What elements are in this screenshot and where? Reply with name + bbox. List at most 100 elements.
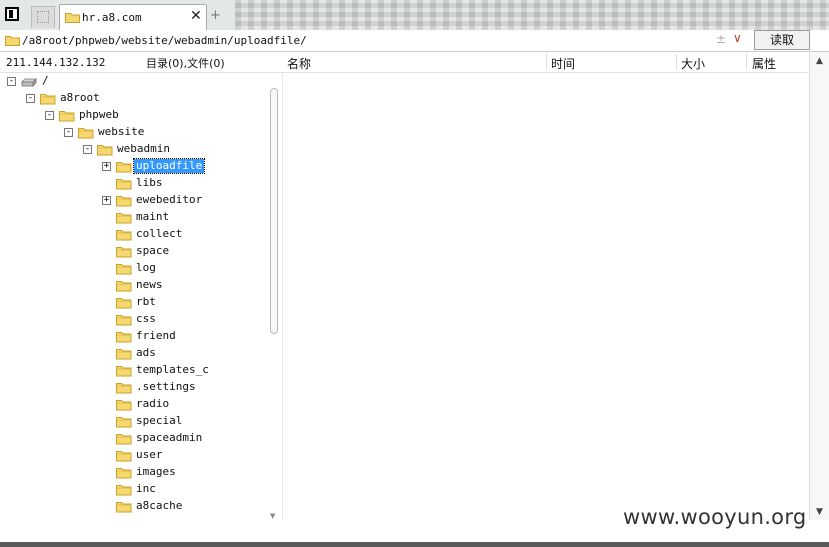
tree-node-label: uploadfile (132, 158, 206, 174)
folder-icon (116, 468, 132, 479)
tree-node-label: ads (136, 346, 156, 359)
tree-node-label: collect (136, 227, 183, 240)
folder-icon (116, 451, 132, 462)
tree-node-label: a8cache (136, 499, 183, 512)
directory-tree: - / - a8root - phpweb - website - webadmin + uplo… (0, 73, 282, 520)
tree-node[interactable]: - a8root (0, 90, 270, 106)
tree-node[interactable]: a8cache (0, 498, 270, 514)
tab-hr-a8[interactable]: hr.a8.com ✕ (59, 4, 207, 30)
tree-node-label: special (136, 414, 183, 427)
tree-node[interactable]: radio (0, 396, 270, 412)
column-time[interactable]: 时间 (551, 55, 575, 72)
column-attr[interactable]: 属性 (752, 55, 776, 72)
tree-node[interactable]: - phpweb (0, 107, 270, 123)
tree-scrollbar[interactable]: ▼ (270, 86, 279, 520)
folder-icon (116, 281, 132, 292)
tree-node[interactable]: maint (0, 209, 270, 225)
scroll-down-icon[interactable]: ▼ (270, 512, 275, 520)
tree-node[interactable]: - website (0, 124, 270, 140)
tree-node[interactable]: friend (0, 328, 270, 344)
column-name[interactable]: 名称 (287, 55, 311, 72)
tree-root-label: / (42, 74, 49, 87)
tree-node-label: spaceadmin (136, 431, 203, 444)
info-row: 211.144.132.132 目录(0),文件(0) 名称 时间 大小 属性 (0, 52, 829, 73)
tree-node-label: friend (136, 329, 176, 342)
tree-node-label: user (136, 448, 163, 461)
tree-node[interactable]: news (0, 277, 270, 293)
tree-root[interactable]: - / (0, 73, 270, 89)
collapse-toggle[interactable]: - (45, 111, 54, 120)
drive-icon (21, 78, 37, 87)
tab-bar: hr.a8.com ✕ + (0, 0, 829, 31)
folder-icon (116, 230, 132, 241)
tree-node[interactable]: - webadmin (0, 141, 270, 157)
column-divider[interactable] (676, 54, 677, 70)
folder-icon (116, 264, 132, 275)
dir-count: 目录(0),文件(0) (146, 57, 225, 70)
tree-node[interactable]: space (0, 243, 270, 259)
scroll-down-icon[interactable]: ▼ (816, 507, 823, 517)
folder-icon (116, 434, 132, 445)
column-divider[interactable] (546, 54, 547, 70)
file-list-scrollbar[interactable]: ▲ ▼ (809, 52, 829, 520)
expand-toggle[interactable]: + (102, 162, 111, 171)
tree-node[interactable]: spaceadmin (0, 430, 270, 446)
tree-node-label: rbt (136, 295, 156, 308)
tree-node[interactable]: inc (0, 481, 270, 497)
collapse-toggle[interactable]: - (26, 94, 35, 103)
folder-icon (116, 332, 132, 343)
folder-icon (116, 417, 132, 428)
tree-node[interactable]: templates_c (0, 362, 270, 378)
tree-node[interactable]: + ewebeditor (0, 192, 270, 208)
tree-node[interactable]: rbt (0, 294, 270, 310)
tree-node[interactable]: user (0, 447, 270, 463)
collapse-toggle[interactable]: - (7, 77, 16, 86)
folder-icon (116, 400, 132, 411)
read-button[interactable]: 读取 (754, 30, 810, 50)
chevron-down-icon[interactable]: ∨ (733, 31, 742, 45)
tree-node[interactable]: special (0, 413, 270, 429)
tree-node[interactable]: log (0, 260, 270, 276)
tree-node-label: radio (136, 397, 170, 410)
file-list[interactable] (283, 73, 809, 520)
folder-icon (59, 111, 75, 122)
column-size[interactable]: 大小 (681, 55, 705, 72)
folder-icon (97, 145, 113, 156)
expand-toggle[interactable]: + (102, 196, 111, 205)
close-icon[interactable]: ✕ (190, 8, 202, 24)
app-menu-icon[interactable] (5, 7, 19, 21)
folder-icon (5, 36, 20, 46)
tree-node-label: webadmin (117, 142, 170, 155)
tree-node[interactable]: libs (0, 175, 270, 191)
tree-node-label: libs (136, 176, 163, 189)
plus-icon[interactable]: + (210, 8, 221, 23)
tree-node[interactable]: images (0, 464, 270, 480)
tree-node[interactable]: + uploadfile (0, 158, 270, 174)
tree-node-label: website (98, 125, 145, 138)
tree-node-label: a8root (60, 91, 100, 104)
bookmark-icon[interactable]: ± (716, 32, 726, 46)
blank-tab[interactable] (31, 6, 55, 28)
folder-icon (116, 298, 132, 309)
tab-title: hr.a8.com (82, 11, 142, 24)
folder-icon (40, 94, 56, 105)
folder-icon (116, 315, 132, 326)
folder-icon (116, 179, 132, 190)
folder-icon (116, 213, 132, 224)
tree-node-label: inc (136, 482, 156, 495)
tree-node-label: images (136, 465, 176, 478)
tree-node[interactable]: css (0, 311, 270, 327)
folder-icon (116, 502, 132, 513)
tree-node[interactable]: ads (0, 345, 270, 361)
tree-node-label: maint (136, 210, 170, 223)
column-divider[interactable] (746, 54, 747, 70)
tree-node-label: .settings (136, 380, 196, 393)
collapse-toggle[interactable]: - (64, 128, 73, 137)
tree-node[interactable]: collect (0, 226, 270, 242)
path-input[interactable] (22, 32, 712, 48)
tree-scrollbar-thumb[interactable] (270, 88, 278, 334)
tree-node[interactable]: .settings (0, 379, 270, 395)
folder-icon (78, 128, 94, 139)
scroll-up-icon[interactable]: ▲ (816, 56, 823, 66)
collapse-toggle[interactable]: - (83, 145, 92, 154)
